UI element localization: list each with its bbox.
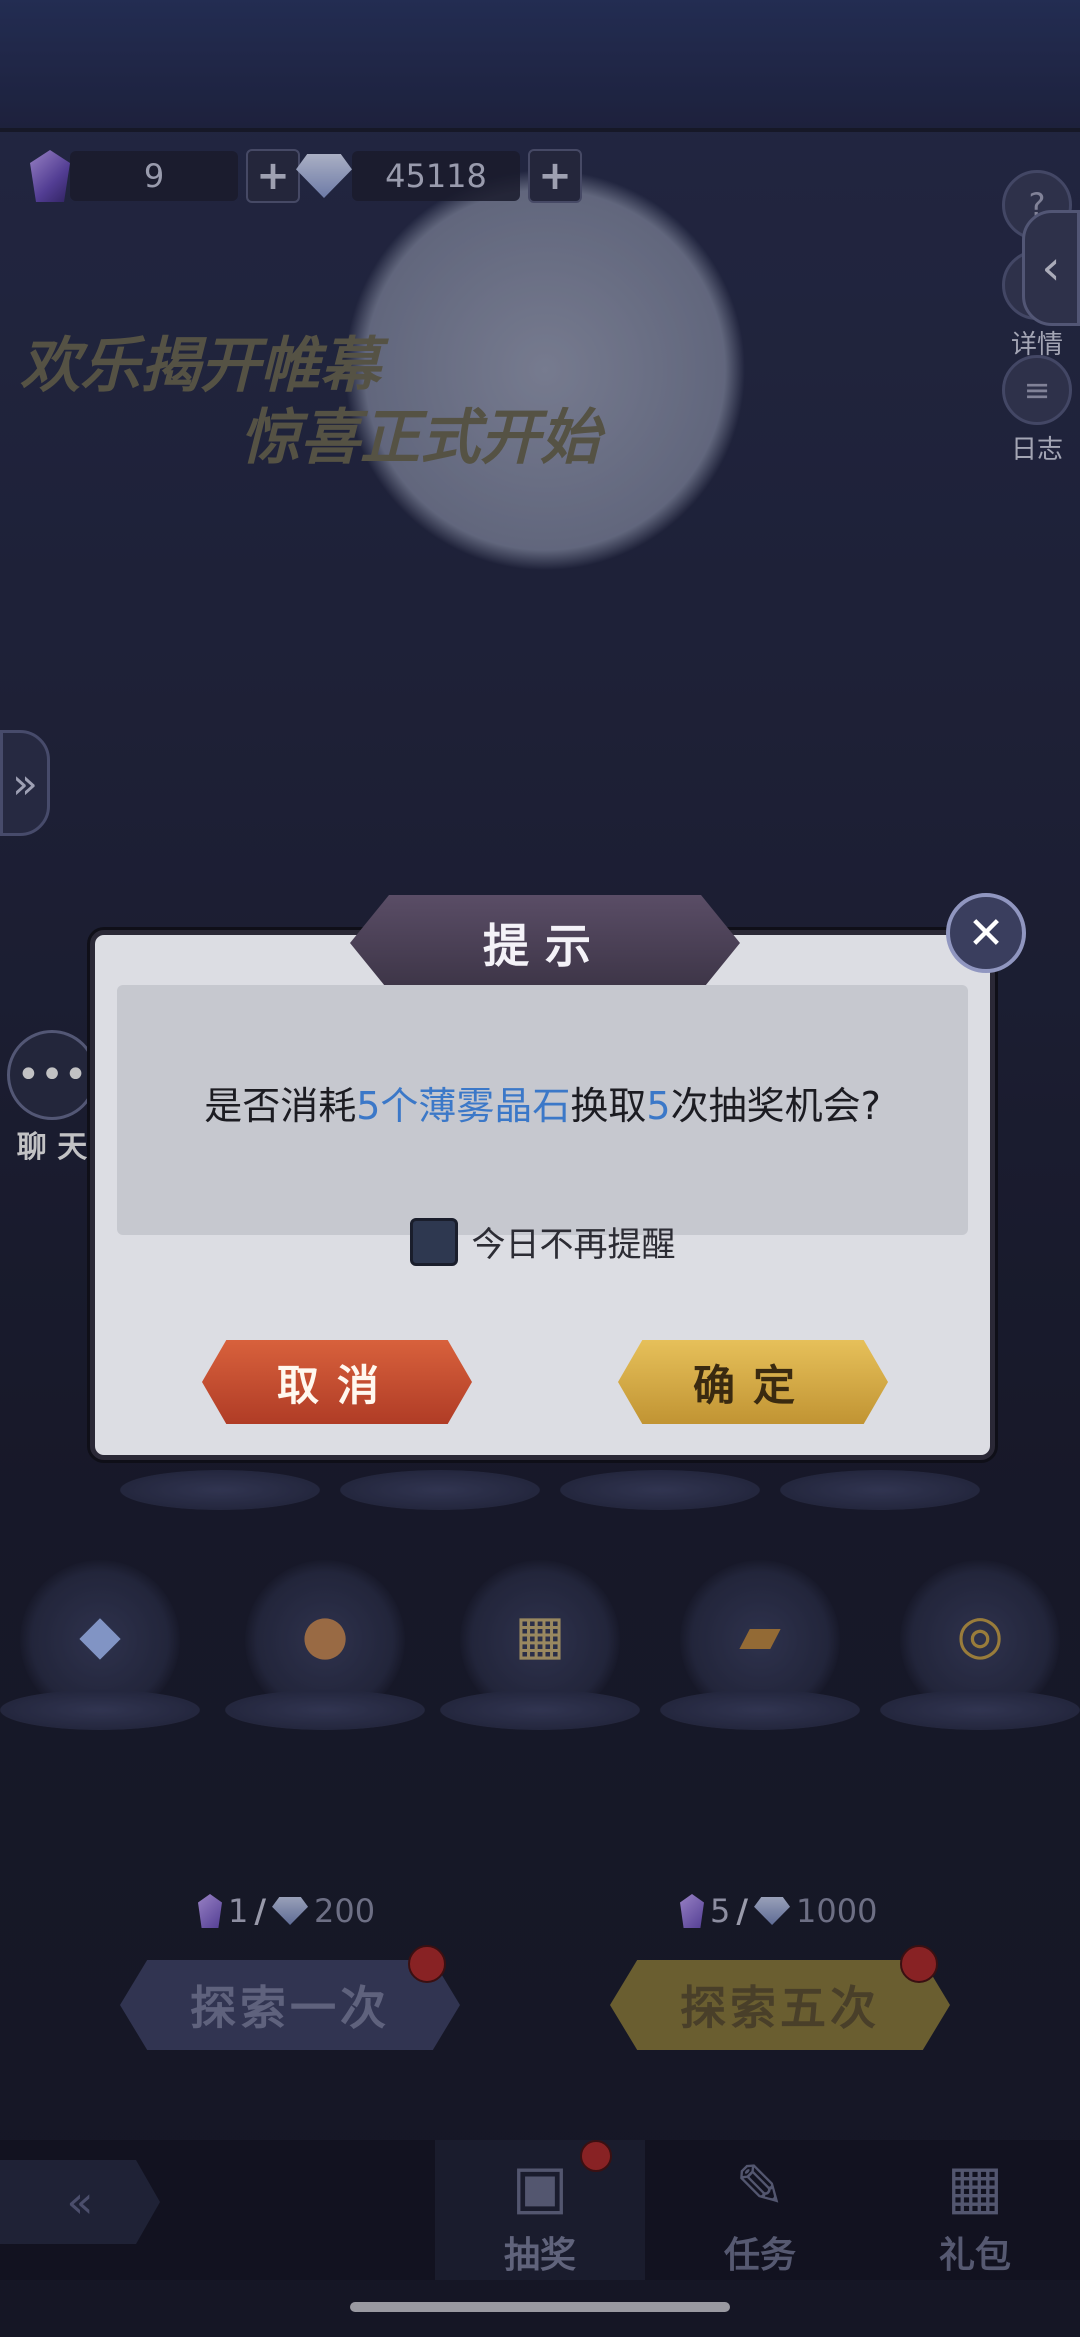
dont-remind-checkbox[interactable] [409,1217,458,1266]
dont-remind-row[interactable]: 今日不再提醒 [95,1217,990,1266]
confirm-dialog: 提示 ✕ 是否消耗5个薄雾晶石换取5次抽奖机会? 今日不再提醒 取消 确定 [90,893,1026,1460]
message-middle: 换取 [570,1084,647,1128]
dont-remind-label: 今日不再提醒 [471,1225,676,1265]
dialog-title-bar: 提示 [350,895,740,991]
dialog-message: 是否消耗5个薄雾晶石换取5次抽奖机会? [95,1075,990,1130]
cancel-button[interactable]: 取消 [202,1340,472,1424]
message-suffix: 次抽奖机会? [670,1084,881,1128]
confirm-button[interactable]: 确定 [618,1340,888,1424]
close-icon: ✕ [967,907,1005,959]
close-button[interactable]: ✕ [946,893,1026,973]
dialog-title: 提示 [483,919,607,973]
message-highlight-item: 5个薄雾晶石 [356,1084,571,1128]
message-highlight-count: 5 [646,1084,671,1128]
message-prefix: 是否消耗 [204,1084,357,1128]
